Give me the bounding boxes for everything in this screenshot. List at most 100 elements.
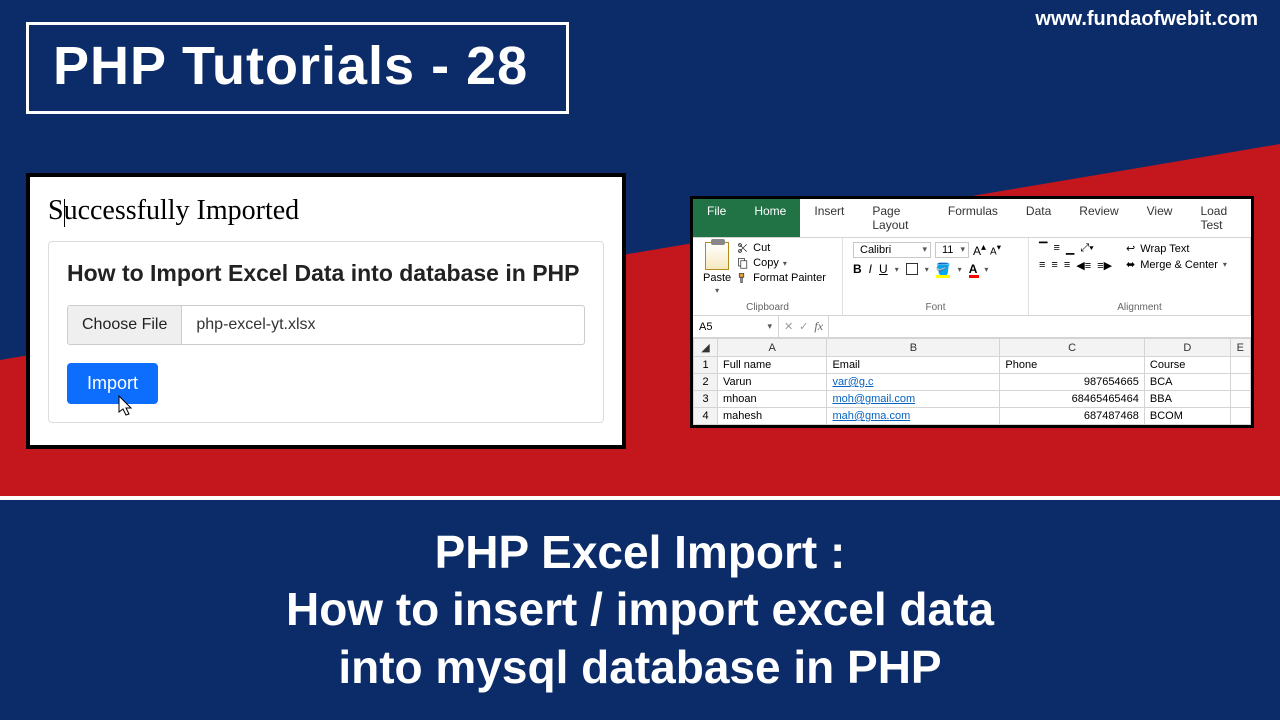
align-bottom-icon[interactable]: ▁ [1066,242,1074,255]
excel-panel: FileHomeInsertPage LayoutFormulasDataRev… [690,196,1254,428]
tab-file[interactable]: File [693,199,740,237]
import-button-label: Import [87,373,138,393]
alignment-group: ▔ ≡ ▁ ⤢▾ ≡ ≡ ≡ ◀≡ ≡▶ ↩Wrap Text ⬌ [1029,238,1251,315]
tab-load-test[interactable]: Load Test [1186,199,1251,237]
cell[interactable]: Email [827,357,1000,374]
cell[interactable]: 68465465464 [1000,391,1145,408]
col-header[interactable]: C [1000,339,1145,357]
copy-button[interactable]: Copy ▾ [737,257,826,269]
row-header[interactable]: 1 [694,357,718,374]
decrease-font-icon[interactable]: A▾ [990,242,1001,257]
import-card: How to Import Excel Data into database i… [48,241,604,423]
cell[interactable]: Full name [718,357,827,374]
tab-formulas[interactable]: Formulas [934,199,1012,237]
paste-icon [705,242,729,270]
clipboard-group-label: Clipboard [703,302,832,313]
chevron-down-icon: ▾ [715,286,719,295]
tab-view[interactable]: View [1133,199,1187,237]
col-header[interactable]: E [1230,339,1250,357]
wrap-text-button[interactable]: ↩Wrap Text [1126,242,1227,255]
ribbon-tabs: FileHomeInsertPage LayoutFormulasDataRev… [693,199,1251,238]
row-header[interactable]: 4 [694,408,718,425]
fx-confirm-icon[interactable]: ✓ [799,320,808,333]
bold-button[interactable]: B [853,262,862,276]
copy-icon [737,257,749,269]
selected-filename: php-excel-yt.xlsx [182,306,584,344]
ribbon: Paste ▾ Cut Copy ▾ Format Painter Clipbo… [693,238,1251,316]
site-url: www.fundaofwebit.com [1035,8,1258,31]
cell[interactable] [1230,391,1250,408]
cell[interactable]: moh@gmail.com [827,391,1000,408]
php-form-panel: Successfully Imported How to Import Exce… [26,173,626,449]
border-button[interactable] [906,263,918,275]
cell[interactable]: BBA [1144,391,1230,408]
cell[interactable]: Phone [1000,357,1145,374]
align-middle-icon[interactable]: ≡ [1053,242,1059,255]
file-input[interactable]: Choose File php-excel-yt.xlsx [67,305,585,345]
tab-home[interactable]: Home [740,199,800,237]
wrap-icon: ↩ [1126,242,1135,255]
tab-page-layout[interactable]: Page Layout [858,199,934,237]
font-size-select[interactable]: 11 [935,242,969,258]
cell[interactable]: BCOM [1144,408,1230,425]
alignment-group-label: Alignment [1039,302,1240,313]
row-header[interactable]: 2 [694,374,718,391]
font-group-label: Font [853,302,1018,313]
font-name-select[interactable]: Calibri [853,242,931,258]
col-header[interactable]: D [1144,339,1230,357]
align-left-icon[interactable]: ≡ [1039,259,1045,272]
cell[interactable] [1230,357,1250,374]
align-right-icon[interactable]: ≡ [1064,259,1070,272]
clipboard-group: Paste ▾ Cut Copy ▾ Format Painter Clipbo… [693,238,843,315]
spreadsheet[interactable]: ◢ABCDE 1Full nameEmailPhoneCourse 2Varunv… [693,338,1251,425]
footer-banner: PHP Excel Import : How to insert / impor… [0,496,1280,720]
cell[interactable]: 987654665 [1000,374,1145,391]
header-title-bar: PHP Tutorials - 28 [26,22,569,114]
cell[interactable]: var@g.c [827,374,1000,391]
font-group: Calibri 11 A▴ A▾ B I U▾ ▾ 🪣▾ A▾ Font [843,238,1029,315]
cell[interactable]: BCA [1144,374,1230,391]
tab-review[interactable]: Review [1065,199,1132,237]
merge-center-button[interactable]: ⬌Merge & Center ▾ [1126,258,1227,271]
underline-button[interactable]: U [879,262,888,276]
name-box[interactable]: A5▾ [693,316,779,337]
success-message: Successfully Imported [48,195,604,227]
footer-text: PHP Excel Import : How to insert / impor… [286,524,994,697]
choose-file-button[interactable]: Choose File [68,306,182,344]
brush-icon [737,272,749,284]
col-header[interactable]: A [718,339,827,357]
fx-icon[interactable]: fx [814,319,823,334]
cell[interactable]: mah@gma.com [827,408,1000,425]
align-center-icon[interactable]: ≡ [1051,259,1057,272]
indent-increase-icon[interactable]: ≡▶ [1097,259,1112,272]
card-heading: How to Import Excel Data into database i… [67,260,585,287]
italic-button[interactable]: I [869,262,872,276]
paste-button[interactable]: Paste ▾ [703,242,731,295]
select-all-corner[interactable]: ◢ [694,339,718,357]
tab-data[interactable]: Data [1012,199,1065,237]
fill-color-button[interactable]: 🪣 [936,262,951,276]
import-button[interactable]: Import [67,363,158,404]
col-header[interactable]: B [827,339,1000,357]
fx-cancel-icon[interactable]: ✕ [784,320,793,333]
cell[interactable] [1230,374,1250,391]
font-color-button[interactable]: A [969,262,978,276]
format-painter-button[interactable]: Format Painter [737,272,826,284]
indent-decrease-icon[interactable]: ◀≡ [1076,259,1091,272]
cell[interactable]: Course [1144,357,1230,374]
header-title: PHP Tutorials - 28 [53,35,528,97]
cell[interactable]: mahesh [718,408,827,425]
scissors-icon [737,242,749,254]
align-top-icon[interactable]: ▔ [1039,242,1047,255]
row-header[interactable]: 3 [694,391,718,408]
cell[interactable]: 687487468 [1000,408,1145,425]
paste-label: Paste [703,272,731,284]
cell[interactable]: mhoan [718,391,827,408]
cell[interactable]: Varun [718,374,827,391]
increase-font-icon[interactable]: A▴ [973,242,986,258]
orientation-icon[interactable]: ⤢▾ [1080,242,1093,255]
formula-input[interactable] [829,316,1251,337]
tab-insert[interactable]: Insert [800,199,858,237]
cell[interactable] [1230,408,1250,425]
cut-button[interactable]: Cut [737,242,826,254]
